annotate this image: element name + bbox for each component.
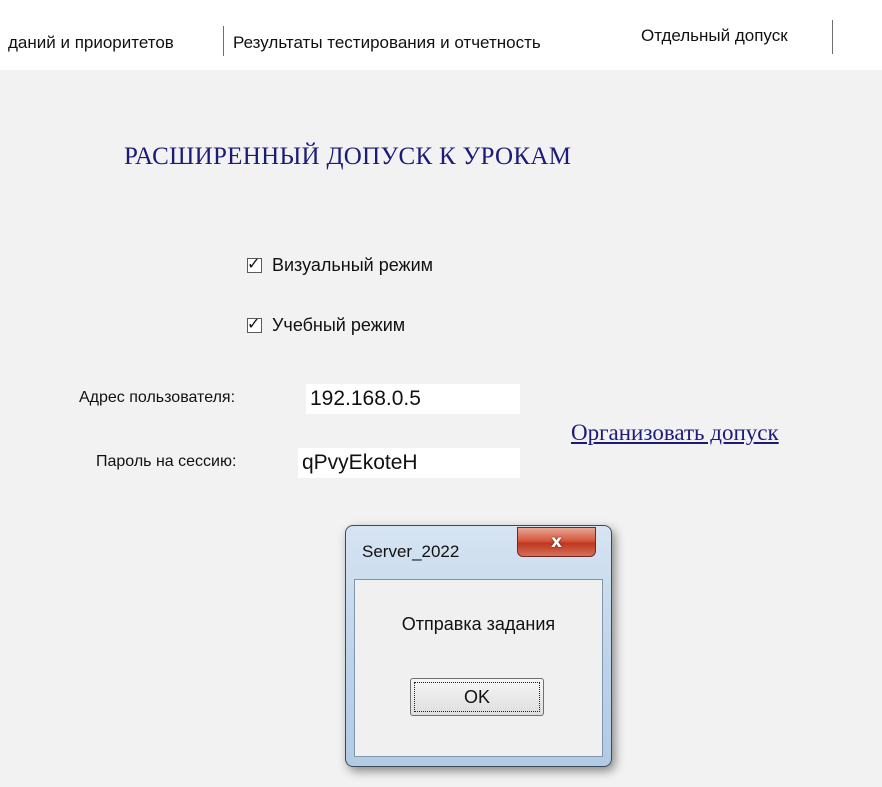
app-window: даний и приоритетов Результаты тестирова…	[0, 0, 882, 787]
organize-access-link[interactable]: Организовать допуск	[571, 420, 779, 446]
close-button[interactable]: x	[517, 527, 596, 557]
visual-mode-option[interactable]: ✓ Визуальный режим	[247, 253, 433, 277]
study-mode-label: Учебный режим	[272, 314, 406, 335]
tab-test-results-reports[interactable]: Результаты тестирования и отчетность	[233, 26, 541, 60]
tab-divider	[832, 20, 833, 54]
tab-tasks-priorities[interactable]: даний и приоритетов	[8, 26, 174, 60]
study-mode-option[interactable]: ✓ Учебный режим	[247, 313, 405, 337]
message-dialog: Server_2022 x Отправка задания OK	[345, 525, 612, 767]
dialog-title: Server_2022	[362, 542, 460, 561]
visual-mode-label: Визуальный режим	[272, 254, 434, 275]
tab-divider	[223, 26, 224, 56]
study-mode-checkbox[interactable]: ✓	[247, 314, 262, 333]
dialog-message: Отправка задания	[401, 614, 556, 634]
user-address-value: 192.168.0.5	[306, 384, 520, 414]
ok-button[interactable]: OK	[410, 678, 544, 716]
user-address-label: Адрес пользователя:	[79, 389, 236, 406]
session-password-value: qPvyEkoteH	[298, 448, 520, 478]
page-title: РАСШИРЕННЫЙ ДОПУСК К УРОКАМ	[124, 143, 572, 170]
tab-strip: даний и приоритетов Результаты тестирова…	[0, 0, 882, 70]
ok-button-label: OK	[463, 686, 490, 707]
dialog-body: Отправка задания OK	[354, 579, 603, 757]
checkmark-icon: ✓	[247, 253, 261, 273]
close-icon: x	[551, 532, 562, 552]
checkmark-icon: ✓	[247, 313, 261, 333]
visual-mode-checkbox[interactable]: ✓	[247, 254, 262, 273]
tab-individual-access[interactable]: Отдельный допуск	[641, 18, 788, 54]
session-password-label: Пароль на сессию:	[96, 453, 237, 470]
